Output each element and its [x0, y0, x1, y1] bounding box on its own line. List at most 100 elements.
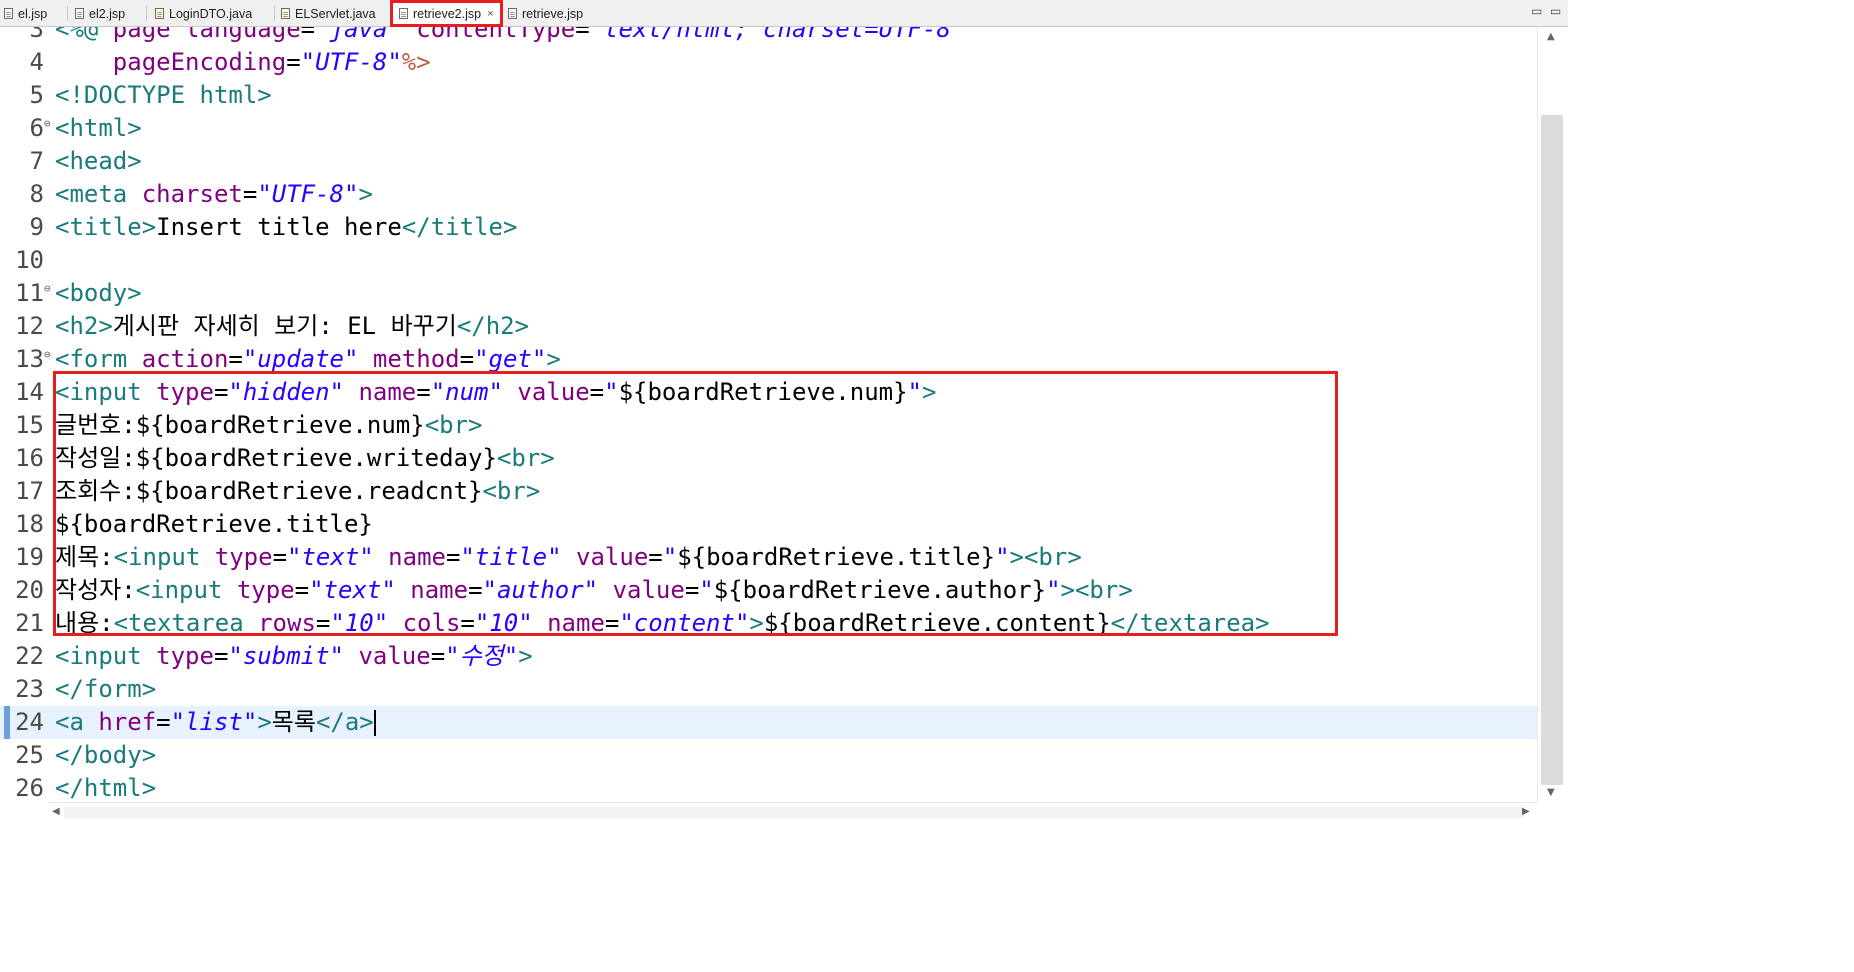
- code-token: 내용:: [55, 609, 114, 637]
- code-token: "content": [619, 609, 750, 637]
- code-line[interactable]: 4 pageEncoding="UTF-8"%>: [0, 46, 1537, 79]
- code-token: <head>: [55, 147, 142, 175]
- code-line[interactable]: 19 제목:<input type="text" name="title" val…: [0, 541, 1537, 574]
- code-line[interactable]: 26 </html>: [0, 772, 1537, 802]
- code-line[interactable]: 8 <meta charset="UTF-8">: [0, 178, 1537, 211]
- code-token: "text/html; charset=UTF-8": [589, 27, 966, 43]
- code-text: </body>: [55, 739, 156, 772]
- code-text: <html>: [55, 112, 142, 145]
- code-line[interactable]: 15 글번호:${boardRetrieve.num}<br>: [0, 409, 1537, 442]
- code-text: 내용:<textarea rows="10" cols="10" name="c…: [55, 607, 1270, 640]
- minimize-icon[interactable]: ▭: [1531, 4, 1542, 18]
- code-line[interactable]: 11 ⊖ <body>: [0, 277, 1537, 310]
- tab-el-jsp[interactable]: el.jsp: [4, 0, 47, 27]
- tab-retrieve-jsp[interactable]: retrieve.jsp: [508, 0, 583, 27]
- horizontal-scroll-thumb[interactable]: [64, 807, 1524, 818]
- code-token: </body>: [55, 741, 157, 769]
- tab-divider: [274, 6, 275, 21]
- code-token: </form>: [55, 675, 157, 703]
- code-line[interactable]: 12 <h2>게시판 자세히 보기: EL 바꾸기</h2>: [0, 310, 1537, 343]
- code-token: <meta: [55, 180, 142, 208]
- code-token: "text": [309, 576, 396, 604]
- code-token: 제목:: [55, 543, 114, 571]
- tab-retrieve2-jsp[interactable]: retrieve2.jsp ×: [390, 0, 503, 27]
- code-line[interactable]: 17 조회수:${boardRetrieve.readcnt}<br>: [0, 475, 1537, 508]
- tab-divider: [67, 6, 68, 21]
- fold-toggle-icon[interactable]: ⊖: [44, 277, 51, 301]
- scroll-right-icon[interactable]: ▶: [1522, 806, 1530, 817]
- scroll-up-icon[interactable]: ▲: [1547, 31, 1555, 42]
- tab-divider: [146, 6, 147, 21]
- scroll-down-icon[interactable]: ▼: [1547, 787, 1555, 798]
- code-line[interactable]: 18 ${boardRetrieve.title}: [0, 508, 1537, 541]
- close-tab-icon[interactable]: ×: [487, 8, 493, 20]
- code-line[interactable]: 22 <input type="submit" value="수정">: [0, 640, 1537, 673]
- code-token: "author": [482, 576, 599, 604]
- code-editor[interactable]: 3 <%@ page language="java" contentType="t…: [0, 27, 1537, 802]
- line-number: 4: [29, 48, 44, 76]
- vertical-scroll-thumb[interactable]: [1541, 115, 1563, 785]
- line-number: 15: [15, 411, 44, 439]
- code-line[interactable]: 10: [0, 244, 1537, 277]
- line-number: 3: [29, 27, 44, 43]
- line-number: 9: [29, 213, 44, 241]
- code-text: <a href="list">목록</a>: [55, 706, 376, 739]
- code-token: ${boardRetrieve.title}: [55, 510, 373, 538]
- code-token: =: [416, 378, 431, 406]
- fold-toggle-icon[interactable]: ⊖: [44, 343, 51, 367]
- horizontal-scrollbar[interactable]: ◀ ▶: [48, 802, 1537, 822]
- code-text: <input type="hidden" name="num" value="$…: [55, 376, 936, 409]
- code-line[interactable]: 14 <input type="hidden" name="num" value=…: [0, 376, 1537, 409]
- code-token: type: [236, 576, 295, 604]
- jsp-file-icon: [508, 8, 517, 19]
- code-token: pageEncoding: [112, 48, 287, 76]
- scroll-left-icon[interactable]: ◀: [52, 806, 60, 817]
- code-line[interactable]: 7 <head>: [0, 145, 1537, 178]
- tab-label: ELServlet.java: [295, 6, 376, 21]
- code-text: pageEncoding="UTF-8"%>: [55, 46, 431, 79]
- code-line[interactable]: 20 작성자:<input type="text" name="author" v…: [0, 574, 1537, 607]
- code-line[interactable]: 25 </body>: [0, 739, 1537, 772]
- code-token: 조회수:${boardRetrieve.readcnt}: [55, 477, 483, 505]
- vertical-scrollbar[interactable]: ▲ ▼: [1537, 27, 1568, 802]
- java-file-icon: [155, 8, 164, 19]
- code-token: 작성자:: [55, 576, 136, 604]
- line-number: 23: [15, 675, 44, 703]
- code-line[interactable]: 5 <!DOCTYPE html>: [0, 79, 1537, 112]
- maximize-icon[interactable]: ▭: [1550, 4, 1561, 18]
- code-token: <br>: [424, 411, 483, 439]
- code-text: <head>: [55, 145, 142, 178]
- code-line[interactable]: 23 </form>: [0, 673, 1537, 706]
- fold-toggle-icon[interactable]: ⊖: [44, 112, 51, 136]
- code-token: <body>: [55, 279, 142, 307]
- code-text: <input type="submit" value="수정">: [55, 640, 533, 673]
- line-number: 20: [15, 576, 44, 604]
- code-token: value: [517, 378, 590, 406]
- code-token: <form: [55, 345, 142, 373]
- code-token: ${boardRetrieve.author}: [713, 576, 1047, 604]
- code-token: >: [922, 378, 937, 406]
- code-line[interactable]: 3 <%@ page language="java" contentType="t…: [0, 27, 1537, 46]
- code-token: ": [995, 543, 1010, 571]
- line-number: 8: [29, 180, 44, 208]
- code-line[interactable]: 21 내용:<textarea rows="10" cols="10" name=…: [0, 607, 1537, 640]
- code-line[interactable]: 9 <title>Insert title here</title>: [0, 211, 1537, 244]
- code-line[interactable]: 13 ⊖ <form action="update" method="get">: [0, 343, 1537, 376]
- tab-el2-jsp[interactable]: el2.jsp: [75, 0, 125, 27]
- code-line[interactable]: 16 작성일:${boardRetrieve.writeday}<br>: [0, 442, 1537, 475]
- code-token: name: [410, 576, 469, 604]
- code-token: </title>: [401, 213, 518, 241]
- code-text: </html>: [55, 772, 156, 802]
- code-token: </html>: [55, 774, 157, 802]
- tab-logindto-java[interactable]: LoginDTO.java: [155, 0, 252, 27]
- code-line[interactable]: 6 ⊖ <html>: [0, 112, 1537, 145]
- tab-elservlet-java[interactable]: ELServlet.java: [281, 0, 376, 27]
- code-line[interactable]: 24 <a href="list">목록</a>: [0, 706, 1537, 739]
- code-text: </form>: [55, 673, 156, 706]
- code-token: <a: [55, 708, 99, 736]
- code-token: contentType: [416, 27, 576, 43]
- line-number: 18: [15, 510, 44, 538]
